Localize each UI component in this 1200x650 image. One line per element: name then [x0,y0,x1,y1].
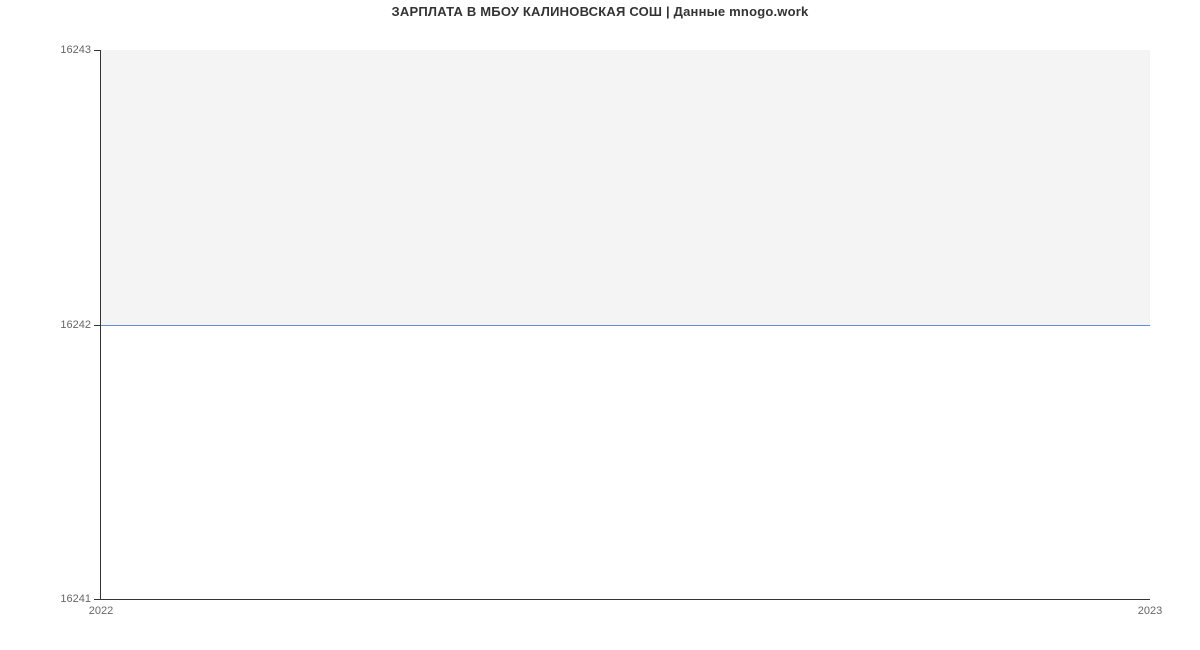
salary-chart: ЗАРПЛАТА В МБОУ КАЛИНОВСКАЯ СОШ | Данные… [0,0,1200,650]
y-tick-label: 16242 [60,319,91,331]
y-tick-label: 16243 [60,44,91,56]
y-tick [94,325,100,326]
area-fill [101,50,1150,325]
y-tick [94,50,100,51]
data-line [101,325,1150,326]
chart-title: ЗАРПЛАТА В МБОУ КАЛИНОВСКАЯ СОШ | Данные… [0,4,1200,19]
x-tick-label: 2023 [1138,605,1162,617]
plot-area: 16243 16242 16241 2022 2023 [100,50,1150,600]
x-tick-label: 2022 [89,605,113,617]
y-tick [94,599,100,600]
y-tick-label: 16241 [60,593,91,605]
